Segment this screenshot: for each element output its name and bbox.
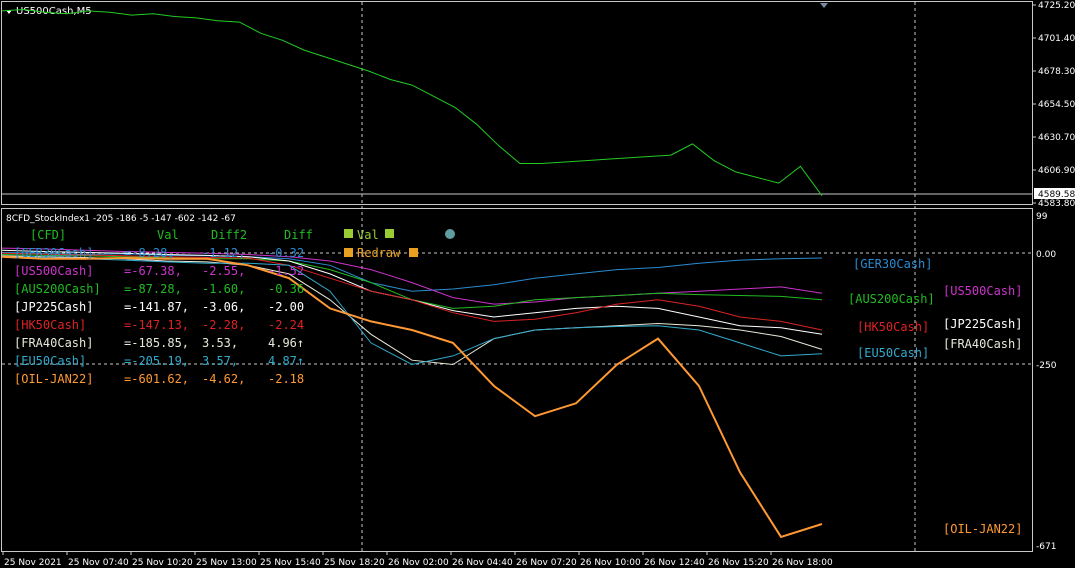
redraw-label: Redraw: [357, 246, 401, 260]
val-box-icon[interactable]: [344, 229, 353, 238]
row-val: =-601.62,: [124, 372, 189, 386]
row-diff2: -2.55,: [202, 264, 245, 278]
time-axis-label: 25 Nov 10:20: [132, 558, 193, 568]
header-diff2: Diff2: [211, 228, 247, 242]
row-diff: -2.18: [268, 372, 304, 386]
row-val: =-141.87,: [124, 300, 189, 314]
time-axis-label: 26 Nov 07:20: [516, 558, 577, 568]
time-axis-label: 25 Nov 13:00: [196, 558, 257, 568]
series-right-label: [US500Cash]: [943, 284, 1022, 298]
indicator-axis-top: 99: [1036, 212, 1048, 222]
price-axis-label: 4725.20: [1038, 1, 1075, 11]
row-val: =-67.38,: [124, 264, 182, 278]
time-axis: 25 Nov 2021 25 Nov 07:40 25 Nov 10:20 25 No…: [2, 551, 833, 568]
series-right-label: [HK50Cash]: [857, 320, 929, 334]
row-name: [AUS200Cash]: [14, 282, 101, 296]
indicator-title: 8CFD_StockIndex1 -205 -186 -5 -147 -602 …: [6, 214, 236, 224]
price-axis-label: 4654.50: [1038, 100, 1075, 110]
row-diff2: 3.53,: [202, 336, 238, 350]
price-axis: 4725.20 4701.40 4678.30 4654.50 4630.70 4606.…: [1032, 1, 1075, 209]
indicator-axis-minus250: -250: [1036, 361, 1057, 371]
marker-circle-icon[interactable]: [445, 229, 455, 239]
time-axis-label: 25 Nov 18:20: [324, 558, 385, 568]
price-axis-label: 4583.80: [1038, 199, 1075, 209]
header-diff: Diff: [284, 228, 313, 242]
current-price-label: 4589.58: [1038, 190, 1075, 200]
redraw-box-icon-2[interactable]: [409, 248, 418, 257]
series-right-label: [AUS200Cash]: [848, 292, 935, 306]
price-axis-label: 4701.40: [1038, 34, 1075, 44]
row-diff2: -4.62,: [202, 372, 245, 386]
row-diff2: -3.06,: [202, 300, 245, 314]
time-axis-label: 26 Nov 12:40: [644, 558, 705, 568]
time-axis-label: 25 Nov 15:40: [260, 558, 321, 568]
time-axis-label: 26 Nov 10:00: [580, 558, 641, 568]
row-diff2: -1.12,: [202, 246, 245, 260]
row-diff2: -1.60,: [202, 282, 245, 296]
time-axis-label: 26 Nov 02:00: [388, 558, 449, 568]
row-name: [OIL-JAN22]: [14, 372, 93, 386]
series-right-label: [FRA40Cash]: [943, 337, 1022, 351]
time-axis-label: 25 Nov 2021: [4, 558, 62, 568]
main-chart-panel[interactable]: [1, 1, 1033, 205]
row-diff: 4.87↑: [268, 354, 304, 368]
row-name: [JP225Cash]: [14, 300, 93, 314]
series-right-label: [EU50Cash]: [857, 346, 929, 360]
price-axis-label: 4678.30: [1038, 67, 1075, 77]
indicator-axis-zero: 0.00: [1036, 250, 1056, 260]
row-diff: -2.24: [268, 318, 304, 332]
row-name: [US500Cash]: [14, 264, 93, 278]
row-val: =-8.28,: [124, 246, 175, 260]
row-diff: -0.32: [268, 246, 304, 260]
row-diff2: -2.28,: [202, 318, 245, 332]
row-diff: 4.96↑: [268, 336, 304, 350]
indicator-axis-bottom: -671: [1036, 542, 1056, 552]
row-val: =-205.19,: [124, 354, 189, 368]
time-axis-label: 26 Nov 18:00: [772, 558, 833, 568]
series-right-label: [OIL-JAN22]: [943, 522, 1022, 536]
series-right-label: [GER30Cash]: [853, 257, 932, 271]
row-name: [GER30Cash]: [14, 246, 93, 260]
price-axis-label: 4630.70: [1038, 133, 1075, 143]
series-right-label: [JP225Cash]: [943, 317, 1022, 331]
time-axis-label: 26 Nov 04:40: [452, 558, 513, 568]
row-diff: -0.36: [268, 282, 304, 296]
row-diff: -1.52: [268, 264, 304, 278]
header-cfd: [CFD]: [30, 228, 66, 242]
row-name: [HK50Cash]: [14, 318, 86, 332]
row-diff: -2.00: [268, 300, 304, 314]
row-name: [FRA40Cash]: [14, 336, 93, 350]
price-axis-label: 4606.90: [1038, 166, 1075, 176]
redraw-box-icon[interactable]: [344, 248, 353, 257]
row-val: =-147.13,: [124, 318, 189, 332]
val-box-icon-2[interactable]: [385, 229, 394, 238]
time-axis-label: 26 Nov 15:20: [708, 558, 769, 568]
time-axis-label: 25 Nov 07:40: [68, 558, 129, 568]
header-val: Val: [157, 228, 179, 242]
row-val: =-185.85,: [124, 336, 189, 350]
row-val: =-87.28,: [124, 282, 182, 296]
val-legend-label: Val: [357, 228, 379, 242]
row-diff2: 3.57,: [202, 354, 238, 368]
row-name: [EU50Cash]: [14, 354, 86, 368]
terminal-chart: US500Cash,M5 4725.204701.404678.304654.5…: [1, 1, 1075, 568]
